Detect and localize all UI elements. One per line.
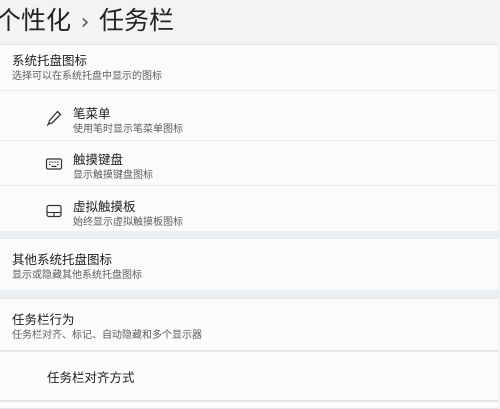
page-header: 个性化 › 任务栏 bbox=[0, 0, 500, 44]
section-gap bbox=[0, 290, 500, 298]
taskbar-alignment-row[interactable]: 任务栏对齐方式 bbox=[0, 351, 498, 401]
breadcrumb-parent[interactable]: 个性化 bbox=[0, 6, 71, 35]
pen-menu-description: 使用笔时显示笔菜单图标 bbox=[73, 124, 183, 135]
taskbar-behaviors-description: 任务栏对齐、标记、自动隐藏和多个显示器 bbox=[12, 330, 202, 341]
next-setting-row[interactable] bbox=[0, 401, 498, 409]
divider bbox=[0, 185, 498, 186]
system-tray-icons-description: 选择可以在系统托盘中显示的图标 bbox=[12, 71, 162, 82]
keyboard-icon bbox=[45, 158, 63, 170]
taskbar-behaviors-section[interactable]: 任务栏行为 任务栏对齐、标记、自动隐藏和多个显示器 bbox=[0, 298, 498, 351]
page-title: 任务栏 bbox=[99, 6, 175, 35]
touch-keyboard-description: 显示触摸键盘图标 bbox=[73, 170, 153, 181]
pen-icon bbox=[47, 110, 62, 127]
system-tray-icons-section: 系统托盘图标 选择可以在系统托盘中显示的图标 笔菜单 使用笔时显示笔菜单图标 触… bbox=[0, 44, 498, 233]
tray-item-pen-menu[interactable]: 笔菜单 使用笔时显示笔菜单图标 bbox=[0, 95, 498, 141]
tray-item-virtual-touchpad[interactable]: 虚拟触摸板 始终显示虚拟触摸板图标 bbox=[0, 187, 498, 233]
breadcrumb: 个性化 › 任务栏 bbox=[0, 4, 174, 40]
other-tray-icons-description: 显示或隐藏其他系统托盘图标 bbox=[12, 270, 142, 281]
other-tray-icons-section[interactable]: 其他系统托盘图标 显示或隐藏其他系统托盘图标 bbox=[0, 238, 498, 292]
breadcrumb-separator-icon: › bbox=[80, 10, 90, 35]
section-gap bbox=[0, 231, 500, 238]
divider bbox=[0, 90, 498, 91]
virtual-touchpad-description: 始终显示虚拟触摸板图标 bbox=[73, 217, 183, 228]
taskbar-alignment-label: 任务栏对齐方式 bbox=[47, 370, 135, 385]
tray-item-touch-keyboard[interactable]: 触摸键盘 显示触摸键盘图标 bbox=[0, 142, 498, 188]
divider bbox=[0, 140, 498, 141]
touchpad-icon bbox=[46, 204, 62, 218]
